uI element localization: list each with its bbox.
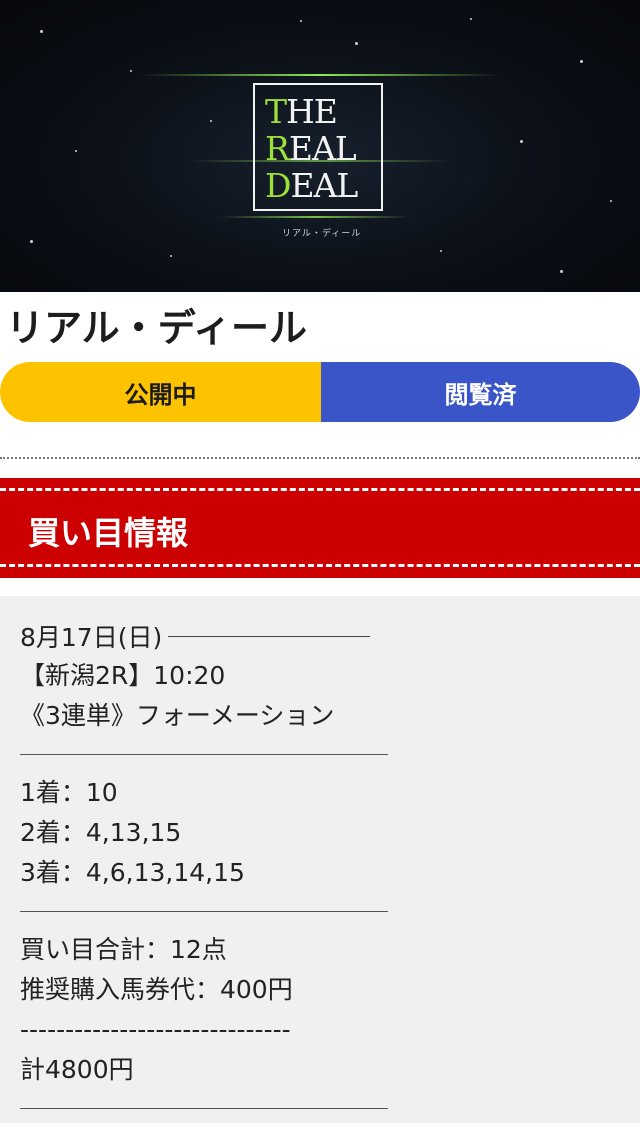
recommended-amount: 推奨購入馬券代：400円	[20, 975, 293, 1004]
star	[470, 18, 472, 20]
light-streak	[140, 74, 500, 76]
bet-type: 《3連単》フォーメーション	[20, 701, 335, 730]
text-divider: ------------------------------	[20, 1015, 291, 1044]
light-streak	[220, 216, 410, 218]
status-open-badge: 公開中	[0, 362, 321, 422]
logo-line-3: DEAL	[265, 166, 358, 205]
star	[440, 250, 442, 252]
star	[520, 140, 523, 143]
date-rule	[168, 635, 370, 637]
logo-line-1: THE	[265, 92, 338, 131]
banner-dashed-border-top	[0, 488, 640, 491]
divider	[20, 1108, 388, 1109]
star	[30, 240, 33, 243]
star	[75, 150, 77, 152]
star	[170, 255, 172, 257]
divider	[20, 911, 388, 912]
page-title: リアル・ディール	[6, 306, 307, 350]
pick-first: 1着：10	[20, 778, 118, 807]
race-date-row: 8月17日(日)	[20, 616, 390, 656]
race-date: 8月17日(日)	[20, 623, 163, 652]
star	[210, 120, 212, 122]
section-banner: 買い目情報	[0, 478, 640, 578]
total-points: 買い目合計：12点	[20, 935, 227, 964]
banner-dashed-border-bottom	[0, 564, 640, 567]
logo-line-1-rest: HE	[286, 92, 338, 131]
star	[130, 70, 132, 72]
logo-subtitle: リアル・ディール	[282, 229, 362, 239]
section-heading: 買い目情報	[28, 514, 189, 552]
logo-line-2: REAL	[265, 129, 357, 168]
divider	[20, 754, 388, 755]
pick-second: 2着：4,13,15	[20, 818, 182, 847]
status-bar: 公開中 閲覧済	[0, 362, 640, 422]
status-viewed-badge: 閲覧済	[321, 362, 640, 422]
star	[40, 30, 43, 33]
star	[610, 200, 612, 202]
hero-banner: THE REAL DEAL リアル・ディール	[0, 0, 640, 292]
dotted-divider	[0, 457, 640, 459]
star	[580, 60, 583, 63]
brand-logo: THE REAL DEAL	[253, 83, 383, 211]
star	[300, 20, 302, 22]
race-venue-time: 【新潟2R】10:20	[20, 661, 226, 690]
pick-third: 3着：4,6,13,14,15	[20, 858, 245, 887]
star	[560, 270, 563, 273]
bet-info: 8月17日(日) 【新潟2R】10:20 《3連単》フォーメーション 1着：10…	[20, 616, 390, 1127]
total-amount: 計4800円	[20, 1055, 134, 1084]
star	[355, 42, 358, 45]
bet-info-panel: 8月17日(日) 【新潟2R】10:20 《3連単》フォーメーション 1着：10…	[0, 596, 640, 1123]
